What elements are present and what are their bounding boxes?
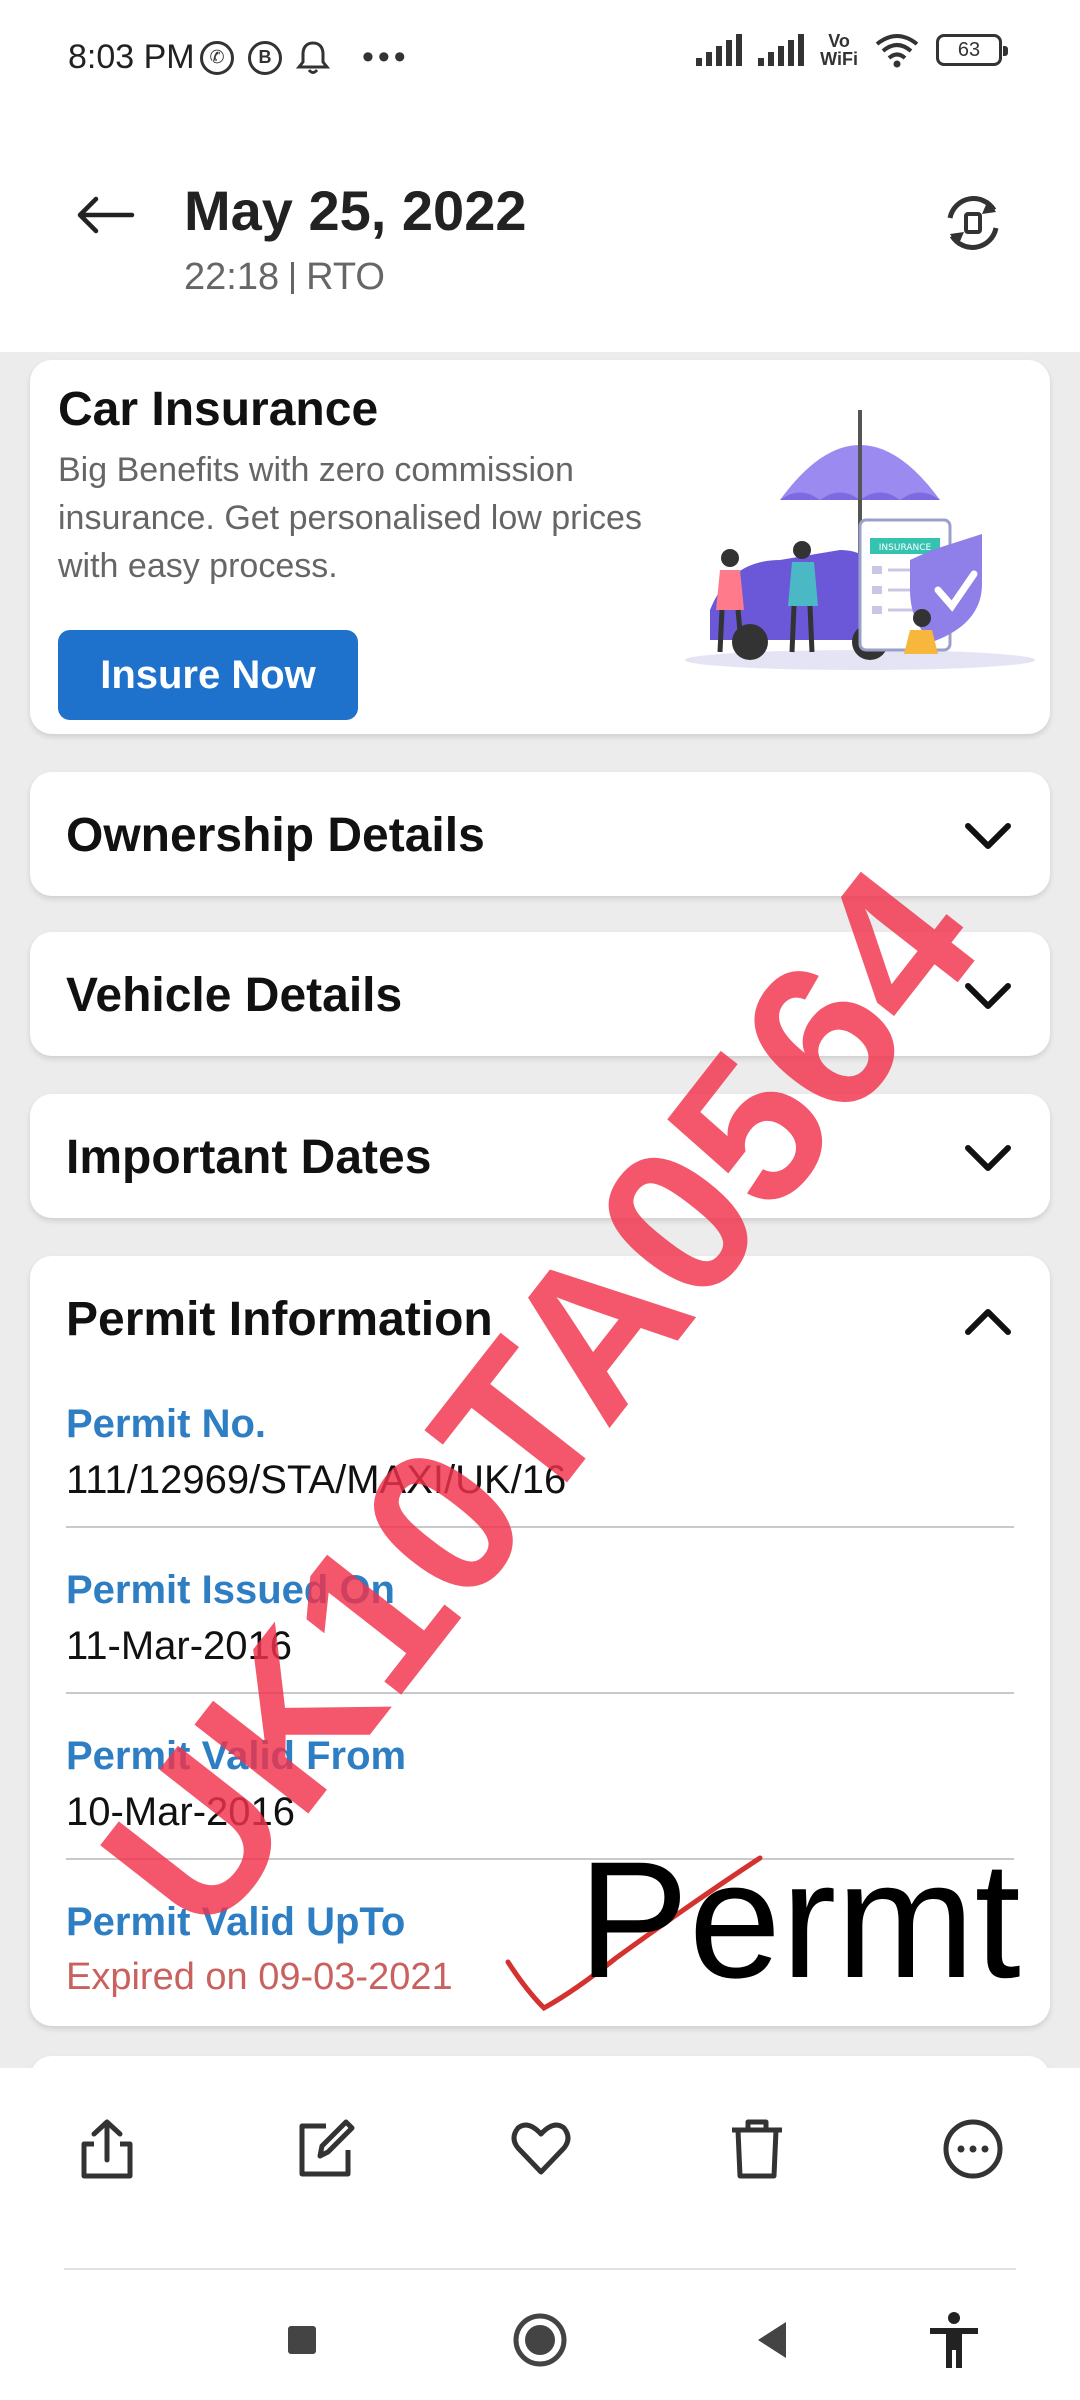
insurance-description: Big Benefits with zero commission insura…: [58, 451, 642, 585]
status-system-icons: Vo WiFi 63: [696, 31, 1008, 69]
recents-square-icon[interactable]: [272, 2310, 332, 2370]
page-subtitle: 22:18 RTO: [184, 256, 385, 299]
chevron-down-icon: [965, 1145, 1011, 1171]
share-icon[interactable]: [74, 2116, 140, 2182]
rotate-icon: [947, 196, 999, 250]
arrow-left-icon: [77, 196, 135, 234]
status-time: 8:03 PM: [68, 38, 195, 76]
permit-title[interactable]: Permit Information: [66, 1292, 493, 1347]
status-bar: 8:03 PM ✆ B ••• Vo WiFi 63: [0, 0, 1080, 120]
permit-valid-upto-value: Expired on 09-03-2021: [66, 1956, 453, 1998]
bottom-action-bar: [0, 2068, 1080, 2268]
insurance-title: Car Insurance: [58, 383, 379, 436]
accordion-vehicle-details[interactable]: Vehicle Details: [30, 932, 1050, 1056]
app-header: May 25, 2022 22:18 RTO: [0, 120, 1080, 352]
back-triangle-icon[interactable]: [744, 2310, 804, 2370]
insurance-illustration: INSURANCE: [685, 410, 1035, 670]
whatsapp-icon: ✆: [200, 40, 234, 75]
permit-no-value: 111/12969/STA/MAXI/UK/16: [66, 1458, 567, 1502]
insurance-card: Car Insurance Big Benefits with zero com…: [30, 360, 1050, 734]
heart-icon[interactable]: [508, 2116, 574, 2182]
chevron-down-icon: [965, 983, 1011, 1009]
signal-1-icon: [696, 34, 743, 66]
insure-now-button[interactable]: Insure Now: [58, 630, 358, 720]
scroll-content[interactable]: Car Insurance Big Benefits with zero com…: [0, 352, 1080, 2068]
next-card-partial: [30, 2056, 1050, 2068]
accordion-title: Ownership Details: [66, 809, 485, 862]
home-circle-icon[interactable]: [510, 2310, 570, 2370]
battery-icon: 63: [936, 34, 1008, 66]
illustration-insurance-label: INSURANCE: [879, 543, 932, 553]
divider: [66, 1692, 1014, 1694]
header-time: 22:18: [184, 256, 280, 298]
notification-bell-icon: [296, 40, 330, 74]
back-button[interactable]: [70, 180, 140, 250]
header-source: RTO: [306, 256, 385, 298]
wifi-icon: [875, 34, 919, 68]
accordion-title: Important Dates: [66, 1131, 432, 1184]
more-options-icon[interactable]: [940, 2116, 1006, 2182]
handwritten-permt-text: Permt: [578, 1828, 1021, 2013]
divider: [66, 1526, 1014, 1528]
permit-valid-upto-label: Permit Valid UpTo: [66, 1900, 406, 1944]
vowifi-icon: Vo WiFi: [820, 31, 858, 69]
accordion-title: Vehicle Details: [66, 969, 403, 1022]
delete-icon[interactable]: [724, 2116, 790, 2182]
edit-icon[interactable]: [292, 2116, 358, 2182]
chevron-up-icon[interactable]: [962, 1296, 1014, 1348]
accordion-ownership-details[interactable]: Ownership Details: [30, 772, 1050, 896]
accessibility-icon[interactable]: [924, 2310, 984, 2370]
subtitle-separator: [291, 261, 295, 294]
page-title: May 25, 2022: [184, 179, 527, 242]
system-nav-bar: [0, 2270, 1080, 2400]
permit-no-label: Permit No.: [66, 1402, 267, 1446]
permit-issued-on-value: 11-Mar-2016: [66, 1624, 293, 1668]
whatsapp-business-icon: B: [248, 40, 282, 75]
signal-2-icon: [758, 34, 805, 66]
permit-valid-from-label: Permit Valid From: [66, 1734, 407, 1778]
permit-valid-from-value: 10-Mar-2016: [66, 1790, 296, 1834]
status-notification-icons: ✆ B •••: [200, 38, 410, 77]
more-notifications-icon: •••: [362, 38, 410, 76]
permit-issued-on-label: Permit Issued On: [66, 1568, 395, 1612]
accordion-important-dates[interactable]: Important Dates: [30, 1094, 1050, 1218]
chevron-down-icon: [965, 823, 1011, 849]
rotate-button[interactable]: [938, 188, 1008, 258]
